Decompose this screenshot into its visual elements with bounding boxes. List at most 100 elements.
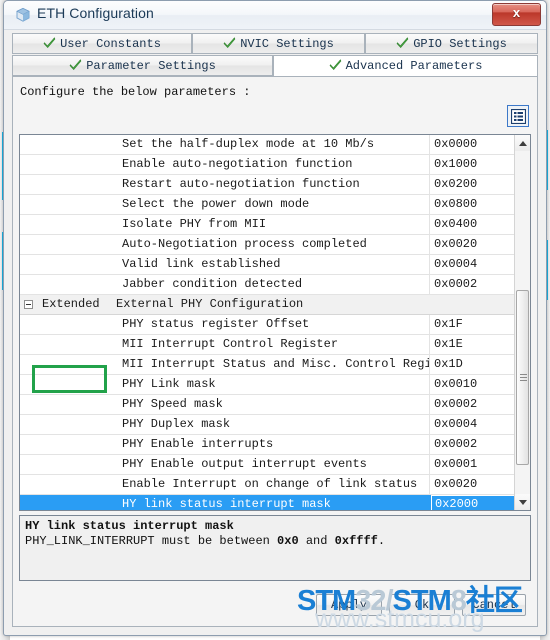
scrollbar-thumb[interactable] [516,290,529,465]
parameter-name-cell: Enable auto-negotiation function [20,155,430,174]
parameter-value-cell[interactable]: 0x1E [431,335,515,354]
table-row[interactable]: PHY Enable interrupts 0x0002 [20,435,515,455]
parameter-name-cell: MII Interrupt Status and Misc. Control R… [20,355,430,374]
parameter-value-cell[interactable]: 0x2000 [431,495,515,510]
tab-parameter-settings[interactable]: Parameter Settings [12,55,273,76]
parameter-value-cell[interactable]: 0x0020 [431,475,515,494]
parameter-name-cell: MII Interrupt Control Register [20,335,430,354]
tab-label: User Constants [60,37,161,51]
description-panel: HY link status interrupt mask PHY_LINK_I… [19,515,531,581]
parameter-value-cell[interactable]: 0x0002 [431,395,515,414]
table-row[interactable]: Select the power down mode 0x0800 [20,195,515,215]
scrollbar-grip-icon [520,373,527,382]
title-bar: ETH Configuration x [4,1,546,30]
cube-icon [15,7,31,23]
description-middle: and [298,534,335,548]
parameter-name-cell: Set the half-duplex mode at 10 Mb/s [20,135,430,154]
description-suffix: . [377,534,386,548]
table-row[interactable]: Set the half-duplex mode at 10 Mb/s 0x000… [20,135,515,155]
eth-configuration-dialog: ETH Configuration x User Constants NVIC … [3,0,547,636]
green-check-icon [396,36,409,49]
parameter-value-cell[interactable]: 0x1D [431,355,515,374]
table-row[interactable]: MII Interrupt Status and Misc. Control R… [20,355,515,375]
table-row[interactable]: Enable auto-negotiation function 0x1000 [20,155,515,175]
parameter-value-cell[interactable]: 0x0002 [431,435,515,454]
parameter-value-cell[interactable]: 0x0004 [431,415,515,434]
table-row[interactable]: Restart auto-negotiation function 0x0200 [20,175,515,195]
close-icon: x [512,5,521,20]
table-group-row[interactable]: Extended External PHY Configuration [20,295,515,315]
scroll-up-arrow[interactable] [515,135,530,151]
ok-button[interactable]: Ok [389,594,455,616]
parameter-value-cell[interactable]: 0x0020 [431,235,515,254]
table-row[interactable]: HY link status interrupt mask 0x2000 [20,495,515,510]
parameter-name-cell: Select the power down mode [20,195,430,214]
tab-label: Advanced Parameters [345,59,483,73]
dialog-body: User Constants NVIC Settings GPIO Settin… [4,29,546,635]
collapse-expander-icon[interactable] [24,300,33,309]
green-check-icon [329,58,342,71]
description-max: 0xffff [334,534,378,548]
parameter-name-cell: Enable Interrupt on change of link statu… [20,475,430,494]
group-name: Extended [42,297,100,311]
parameter-name-cell: Auto-Negotiation process completed [20,235,430,254]
parameters-table[interactable]: Set the half-duplex mode at 10 Mb/s 0x000… [19,134,531,511]
parameter-value-cell[interactable]: 0x0400 [431,215,515,234]
table-row[interactable]: Jabber condition detected 0x0002 [20,275,515,295]
parameter-name-cell: PHY Speed mask [20,395,430,414]
parameter-value-cell[interactable]: 0x0800 [431,195,515,214]
parameter-value-cell[interactable]: 0x0002 [431,275,515,294]
tab-user-constants[interactable]: User Constants [12,33,192,54]
advanced-parameters-pane: Configure the below parameters : Set the… [12,76,538,627]
parameter-name-cell: Jabber condition detected [20,275,430,294]
instruction-label: Configure the below parameters : [20,85,251,99]
tab-label: GPIO Settings [413,37,507,51]
table-row[interactable]: Auto-Negotiation process completed 0x0020 [20,235,515,255]
parameter-value-cell[interactable]: 0x0001 [431,455,515,474]
tab-nvic-settings[interactable]: NVIC Settings [192,33,365,54]
scroll-down-arrow[interactable] [515,494,530,510]
green-check-icon [43,36,56,49]
parameter-name-cell: Isolate PHY from MII [20,215,430,234]
dialog-button-bar: Apply Ok Cancel [19,585,531,623]
tab-label: NVIC Settings [240,37,334,51]
table-vertical-scrollbar[interactable] [514,135,530,510]
parameter-name-cell: PHY status register Offset [20,315,430,334]
parameter-value-cell[interactable]: 0x1000 [431,155,515,174]
table-row[interactable]: PHY Speed mask 0x0002 [20,395,515,415]
table-row[interactable]: MII Interrupt Control Register 0x1E [20,335,515,355]
table-row[interactable]: PHY status register Offset 0x1F [20,315,515,335]
parameter-name-cell: PHY Duplex mask [20,415,430,434]
cancel-button[interactable]: Cancel [462,594,526,616]
parameter-value-cell[interactable]: 0x0004 [431,255,515,274]
parameter-value-cell[interactable]: 0x0000 [431,135,515,154]
table-row[interactable]: PHY Link mask 0x0010 [20,375,515,395]
apply-button[interactable]: Apply [316,594,382,616]
description-prefix: PHY_LINK_INTERRUPT must be between [25,534,278,548]
parameter-value-cell[interactable]: 0x1F [431,315,515,334]
tab-advanced-parameters[interactable]: Advanced Parameters [273,55,538,77]
parameter-name-cell: PHY Link mask [20,375,430,394]
table-row[interactable]: Isolate PHY from MII 0x0400 [20,215,515,235]
group-description: External PHY Configuration [116,297,304,311]
table-row[interactable]: Enable Interrupt on change of link statu… [20,475,515,495]
parameter-name-cell: Valid link established [20,255,430,274]
parameters-table-body: Set the half-duplex mode at 10 Mb/s 0x000… [20,135,515,510]
parameter-name-cell: PHY Enable interrupts [20,435,430,454]
tab-label: Parameter Settings [86,59,216,73]
close-button[interactable]: x [492,3,541,26]
tab-gpio-settings[interactable]: GPIO Settings [365,33,538,54]
description-text: PHY_LINK_INTERRUPT must be between 0x0 a… [25,534,525,549]
parameter-value-cell[interactable]: 0x0010 [431,375,515,394]
table-row[interactable]: Valid link established 0x0004 [20,255,515,275]
parameter-name-cell: HY link status interrupt mask [20,495,430,510]
window-title: ETH Configuration [37,5,154,21]
green-check-icon [69,58,82,71]
parameter-name-cell: Restart auto-negotiation function [20,175,430,194]
list-view-icon[interactable] [507,105,529,127]
description-title: HY link status interrupt mask [25,519,234,533]
parameter-name-cell: PHY Enable output interrupt events [20,455,430,474]
parameter-value-cell[interactable]: 0x0200 [431,175,515,194]
table-row[interactable]: PHY Enable output interrupt events 0x0001 [20,455,515,475]
table-row[interactable]: PHY Duplex mask 0x0004 [20,415,515,435]
